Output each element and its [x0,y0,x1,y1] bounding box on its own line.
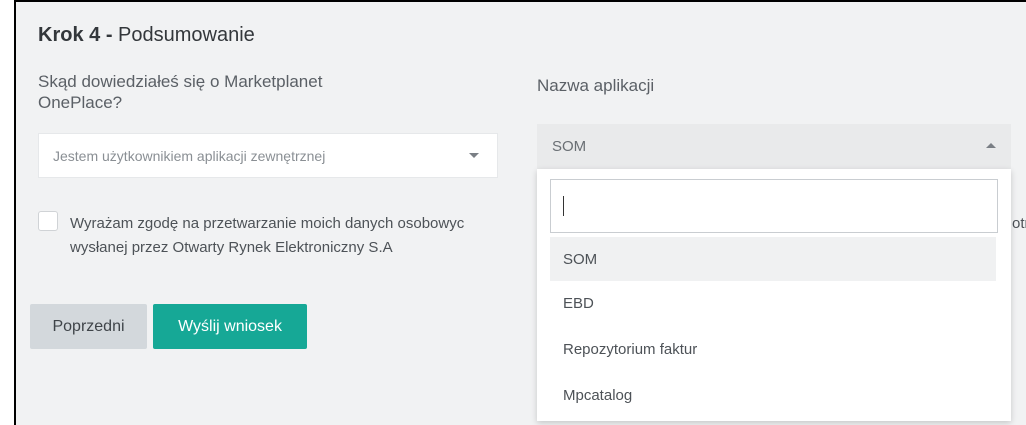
source-label: Skąd dowiedziałeś się o Marketplanet One… [38,72,323,112]
dropdown-option-repozytorium[interactable]: Repozytorium faktur [550,327,996,371]
app-select-value: SOM [552,138,587,155]
dropdown-option-som[interactable]: SOM [550,237,996,281]
consent-checkbox[interactable] [38,211,58,231]
submit-button[interactable]: Wyślij wniosek [153,304,307,349]
app-label: Nazwa aplikacji [537,76,655,95]
app-select[interactable]: SOM [537,124,1011,169]
form-panel: Krok 4 - Podsumowanie Skąd dowiedziałeś … [14,0,1026,425]
dropdown-option-mpcatalog[interactable]: Mpcatalog [550,373,996,417]
source-select[interactable]: Jestem użytkownikiem aplikacji zewnętrzn… [38,133,498,178]
dropdown-search-input[interactable] [550,179,998,233]
text-cursor [563,196,564,216]
app-dropdown-menu: SOM EBD Repozytorium faktur Mpcatalog [537,169,1011,421]
chevron-down-icon [469,153,479,158]
chevron-up-icon [986,143,996,148]
dropdown-option-ebd[interactable]: EBD [550,281,996,325]
page-title: Krok 4 - Podsumowanie [38,24,255,47]
step-separator: - [105,24,113,46]
step-title: Podsumowanie [118,24,255,46]
step-number: Krok 4 [38,24,101,46]
previous-button[interactable]: Poprzedni [30,304,147,349]
source-select-value: Jestem użytkownikiem aplikacji zewnętrzn… [53,148,326,164]
